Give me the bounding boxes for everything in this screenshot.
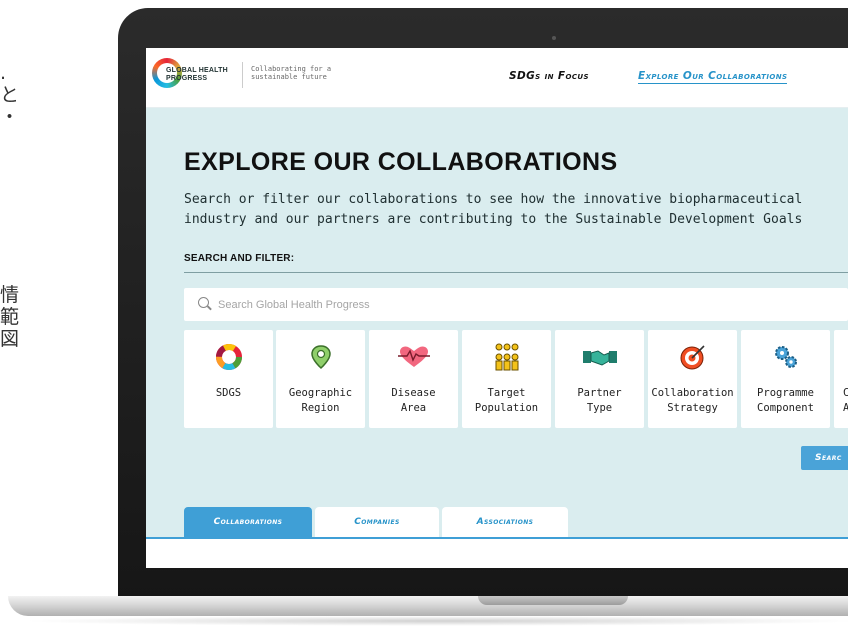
tab-associations[interactable]: Associations <box>442 507 568 537</box>
search-filter-rule <box>184 272 848 273</box>
laptop-notch <box>478 596 628 605</box>
filter-card-partial[interactable]: C A <box>834 330 848 428</box>
gears-icon <box>741 344 830 370</box>
search-filter-label: SEARCH AND FILTER: <box>184 253 295 264</box>
filter-card-target-population[interactable]: Target Population <box>462 330 551 428</box>
filter-card-sdgs[interactable]: SDGS <box>184 330 273 428</box>
filter-card-label: Geographic Region <box>288 387 353 414</box>
filter-card-geographic-region[interactable]: Geographic Region <box>276 330 365 428</box>
page-title: EXPLORE OUR COLLABORATIONS <box>184 148 618 176</box>
tab-panel <box>146 539 848 568</box>
filter-card-label: SDGS <box>215 387 242 399</box>
filter-card-label: Programme Component <box>757 387 814 414</box>
filter-card-label: Disease Area <box>391 387 436 414</box>
nav-explore-collaborations[interactable]: Explore Our Collaborations <box>638 70 788 84</box>
tab-companies[interactable]: Companies <box>315 507 439 537</box>
nav-sdgs-in-focus[interactable]: SDGs in Focus <box>509 70 589 82</box>
search-box <box>184 288 848 321</box>
search-button[interactable]: Searc <box>801 446 848 470</box>
logo-text: GLOBAL HEALTH PROGRESS <box>166 67 228 82</box>
webcam <box>552 36 556 40</box>
tab-collaborations[interactable]: Collaborations <box>184 507 312 537</box>
map-pin-icon <box>276 344 365 370</box>
site-header: GLOBAL HEALTH PROGRESS Collaborating for… <box>146 48 848 108</box>
filter-card-label: Collaboration Strategy <box>651 387 734 414</box>
sdg-wheel-icon <box>184 344 273 370</box>
laptop-base <box>8 596 848 616</box>
filter-card-collaboration-strategy[interactable]: Collaboration Strategy <box>648 330 737 428</box>
side-text-fragment-top: . と ・ <box>0 62 20 128</box>
logo-divider <box>242 62 243 88</box>
search-icon <box>198 297 209 308</box>
filter-card-label: C A <box>843 387 848 414</box>
filter-card-programme-component[interactable]: Programme Component <box>741 330 830 428</box>
site-tagline: Collaborating for a sustainable future <box>251 65 332 81</box>
side-text-fragment-bottom: 情 範 図 <box>0 284 20 350</box>
page-description: Search or filter our collaborations to s… <box>184 192 803 227</box>
search-input[interactable] <box>218 288 818 321</box>
filter-card-label: Target Population <box>474 387 539 414</box>
target-icon <box>648 344 737 370</box>
handshake-icon <box>555 344 644 370</box>
people-icon <box>462 343 551 371</box>
laptop-shadow <box>20 616 848 626</box>
filter-card-disease-area[interactable]: Disease Area <box>369 330 458 428</box>
laptop-screen: GLOBAL HEALTH PROGRESS Collaborating for… <box>146 48 848 568</box>
site-logo[interactable]: GLOBAL HEALTH PROGRESS <box>152 58 242 96</box>
heart-pulse-icon <box>369 344 458 370</box>
filter-card-label: Partner Type <box>577 387 622 414</box>
filter-card-partner-type[interactable]: Partner Type <box>555 330 644 428</box>
